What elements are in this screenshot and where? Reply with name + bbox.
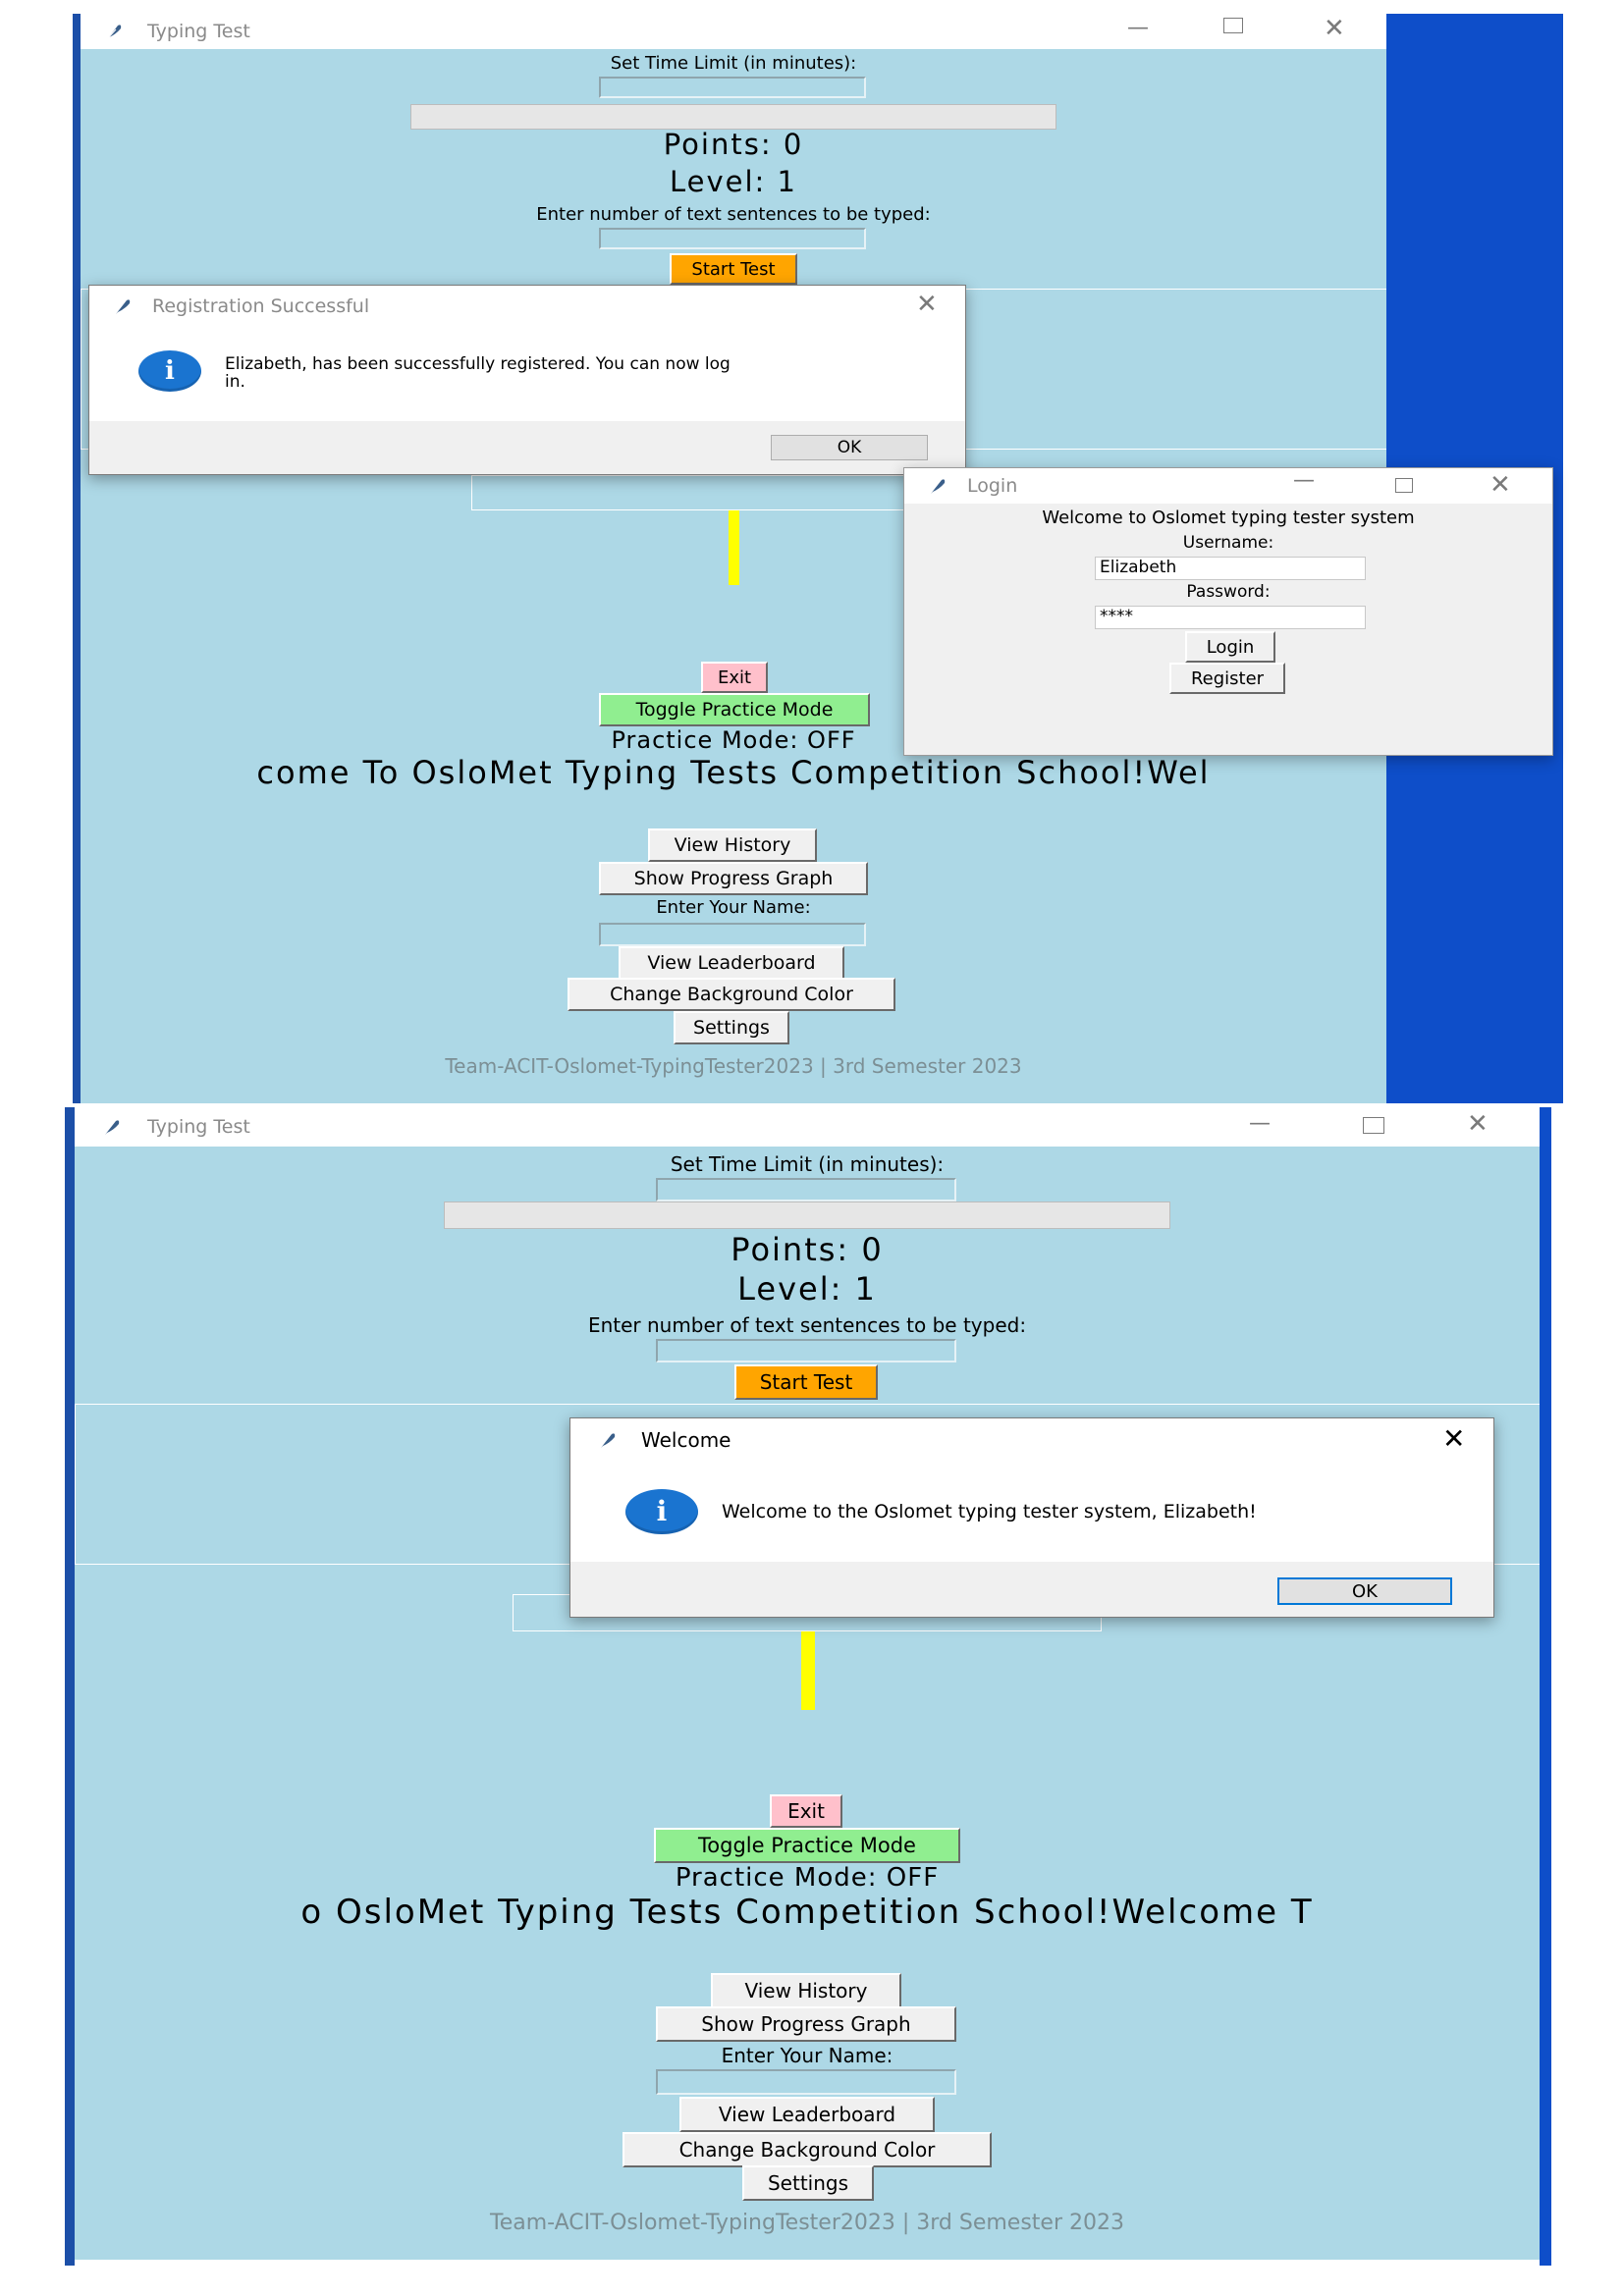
feather-icon: [601, 1433, 616, 1448]
dialog-message-line1: Elizabeth, has been successfully registe…: [225, 354, 731, 374]
progress-graph-button[interactable]: Show Progress Graph: [599, 862, 868, 895]
level-label: Level: 1: [670, 165, 797, 198]
name-input[interactable]: [656, 2069, 956, 2095]
window-title: Typing Test: [147, 1116, 250, 1138]
feather-icon: [931, 479, 946, 494]
practice-status: Practice Mode: OFF: [675, 1863, 940, 1893]
progress-bar: [444, 1201, 1170, 1229]
settings-button[interactable]: Settings: [674, 1011, 789, 1044]
level-label: Level: 1: [737, 1270, 877, 1308]
sentences-label: Enter number of text sentences to be typ…: [587, 1313, 1027, 1337]
name-label: Enter Your Name:: [721, 2044, 893, 2067]
close-icon[interactable]: ✕: [1442, 1422, 1465, 1455]
points-label: Points: 0: [731, 1231, 884, 1268]
start-test-button[interactable]: Start Test: [734, 1364, 878, 1400]
name-input[interactable]: [599, 923, 866, 946]
ok-button[interactable]: OK: [771, 435, 928, 460]
feather-icon: [116, 299, 131, 314]
welcome-marquee: come To OsloMet Typing Tests Competition…: [256, 754, 1211, 791]
ok-button[interactable]: OK: [1277, 1577, 1452, 1605]
desktop-left-edge: [65, 1107, 75, 2266]
login-button[interactable]: Login: [1185, 631, 1275, 663]
points-label: Points: 0: [663, 128, 804, 161]
progress-bar: [410, 104, 1056, 130]
typing-test-window: Typing Test — ✕ Set Time Limit (in minut…: [75, 1107, 1540, 2260]
window-title: Typing Test: [147, 21, 250, 42]
password-label: Password:: [1186, 582, 1271, 602]
leaderboard-button[interactable]: View Leaderboard: [619, 946, 844, 980]
minimize-icon[interactable]: —: [1293, 468, 1315, 493]
login-window: Login — ✕ Welcome to Oslomet typing test…: [903, 467, 1553, 756]
desktop-right-edge: [1540, 1107, 1551, 2266]
start-test-button[interactable]: Start Test: [670, 253, 797, 285]
minimize-icon[interactable]: —: [1127, 16, 1149, 40]
password-input[interactable]: ****: [1095, 606, 1366, 629]
progress-graph-button[interactable]: Show Progress Graph: [656, 2006, 956, 2042]
toggle-practice-button[interactable]: Toggle Practice Mode: [599, 693, 870, 726]
info-icon: i: [138, 350, 201, 392]
toggle-practice-button[interactable]: Toggle Practice Mode: [654, 1828, 960, 1863]
dialog-title: Registration Successful: [152, 295, 370, 317]
dialog-message-line2: in.: [225, 372, 245, 392]
time-limit-input[interactable]: [656, 1178, 956, 1201]
time-limit-label: Set Time Limit (in minutes):: [610, 53, 857, 74]
time-limit-label: Set Time Limit (in minutes):: [670, 1152, 945, 1176]
footer-text: Team-ACIT-Oslomet-TypingTester2023 | 3rd…: [445, 1054, 1022, 1078]
screenshot-1: Typing Test — ✕ Set Time Limit (in minut…: [0, 0, 1624, 1103]
exit-button[interactable]: Exit: [770, 1794, 842, 1828]
footer-text: Team-ACIT-Oslomet-TypingTester2023 | 3rd…: [490, 2211, 1124, 2235]
dialog-title: Welcome: [641, 1428, 731, 1452]
desktop-left-edge: [73, 14, 81, 1103]
login-title-bar: Login — ✕: [904, 468, 1552, 504]
bg-color-button[interactable]: Change Background Color: [623, 2132, 992, 2167]
username-label: Username:: [1182, 533, 1274, 553]
dialog-title-bar: Registration Successful ✕: [89, 286, 965, 327]
register-button[interactable]: Register: [1169, 663, 1285, 694]
time-limit-input[interactable]: [599, 77, 866, 98]
sentences-input[interactable]: [656, 1339, 956, 1362]
view-history-button[interactable]: View History: [648, 828, 817, 862]
settings-button[interactable]: Settings: [742, 2165, 874, 2201]
close-icon[interactable]: ✕: [916, 290, 938, 319]
welcome-dialog: Welcome ✕ i Welcome to the Oslomet typin…: [569, 1417, 1494, 1618]
maximize-icon[interactable]: [1363, 1117, 1384, 1134]
maximize-icon[interactable]: [1395, 478, 1413, 493]
sentences-input[interactable]: [599, 228, 866, 249]
sentences-label: Enter number of text sentences to be typ…: [536, 204, 931, 225]
title-bar: Typing Test — ✕: [81, 14, 1386, 49]
timer-indicator: [801, 1631, 815, 1710]
login-title: Login: [967, 475, 1018, 497]
view-history-button[interactable]: View History: [711, 1973, 901, 2008]
name-label: Enter Your Name:: [656, 897, 811, 918]
close-icon[interactable]: ✕: [1467, 1109, 1489, 1139]
title-bar: Typing Test — ✕: [75, 1107, 1540, 1147]
username-input[interactable]: Elizabeth: [1095, 557, 1366, 580]
maximize-icon[interactable]: [1223, 18, 1243, 33]
feather-icon: [106, 25, 122, 40]
exit-button[interactable]: Exit: [701, 662, 768, 693]
dialog-title-bar: Welcome ✕: [570, 1418, 1493, 1462]
screenshot-2: Typing Test — ✕ Set Time Limit (in minut…: [0, 1107, 1624, 2266]
timer-indicator: [729, 510, 739, 585]
minimize-icon[interactable]: —: [1249, 1111, 1271, 1136]
client-area: Set Time Limit (in minutes): Points: 0 L…: [75, 1147, 1540, 2260]
bg-color-button[interactable]: Change Background Color: [568, 978, 895, 1011]
dialog-message: Welcome to the Oslomet typing tester sys…: [722, 1501, 1257, 1522]
feather-icon: [105, 1120, 120, 1135]
leaderboard-button[interactable]: View Leaderboard: [679, 2097, 935, 2132]
login-welcome: Welcome to Oslomet typing tester system: [1042, 507, 1415, 528]
welcome-marquee: o OsloMet Typing Tests Competition Schoo…: [300, 1893, 1314, 1932]
close-icon[interactable]: ✕: [1324, 14, 1345, 43]
registration-dialog: Registration Successful ✕ i Elizabeth, h…: [88, 285, 966, 475]
close-icon[interactable]: ✕: [1489, 470, 1511, 500]
info-icon: i: [625, 1489, 698, 1534]
